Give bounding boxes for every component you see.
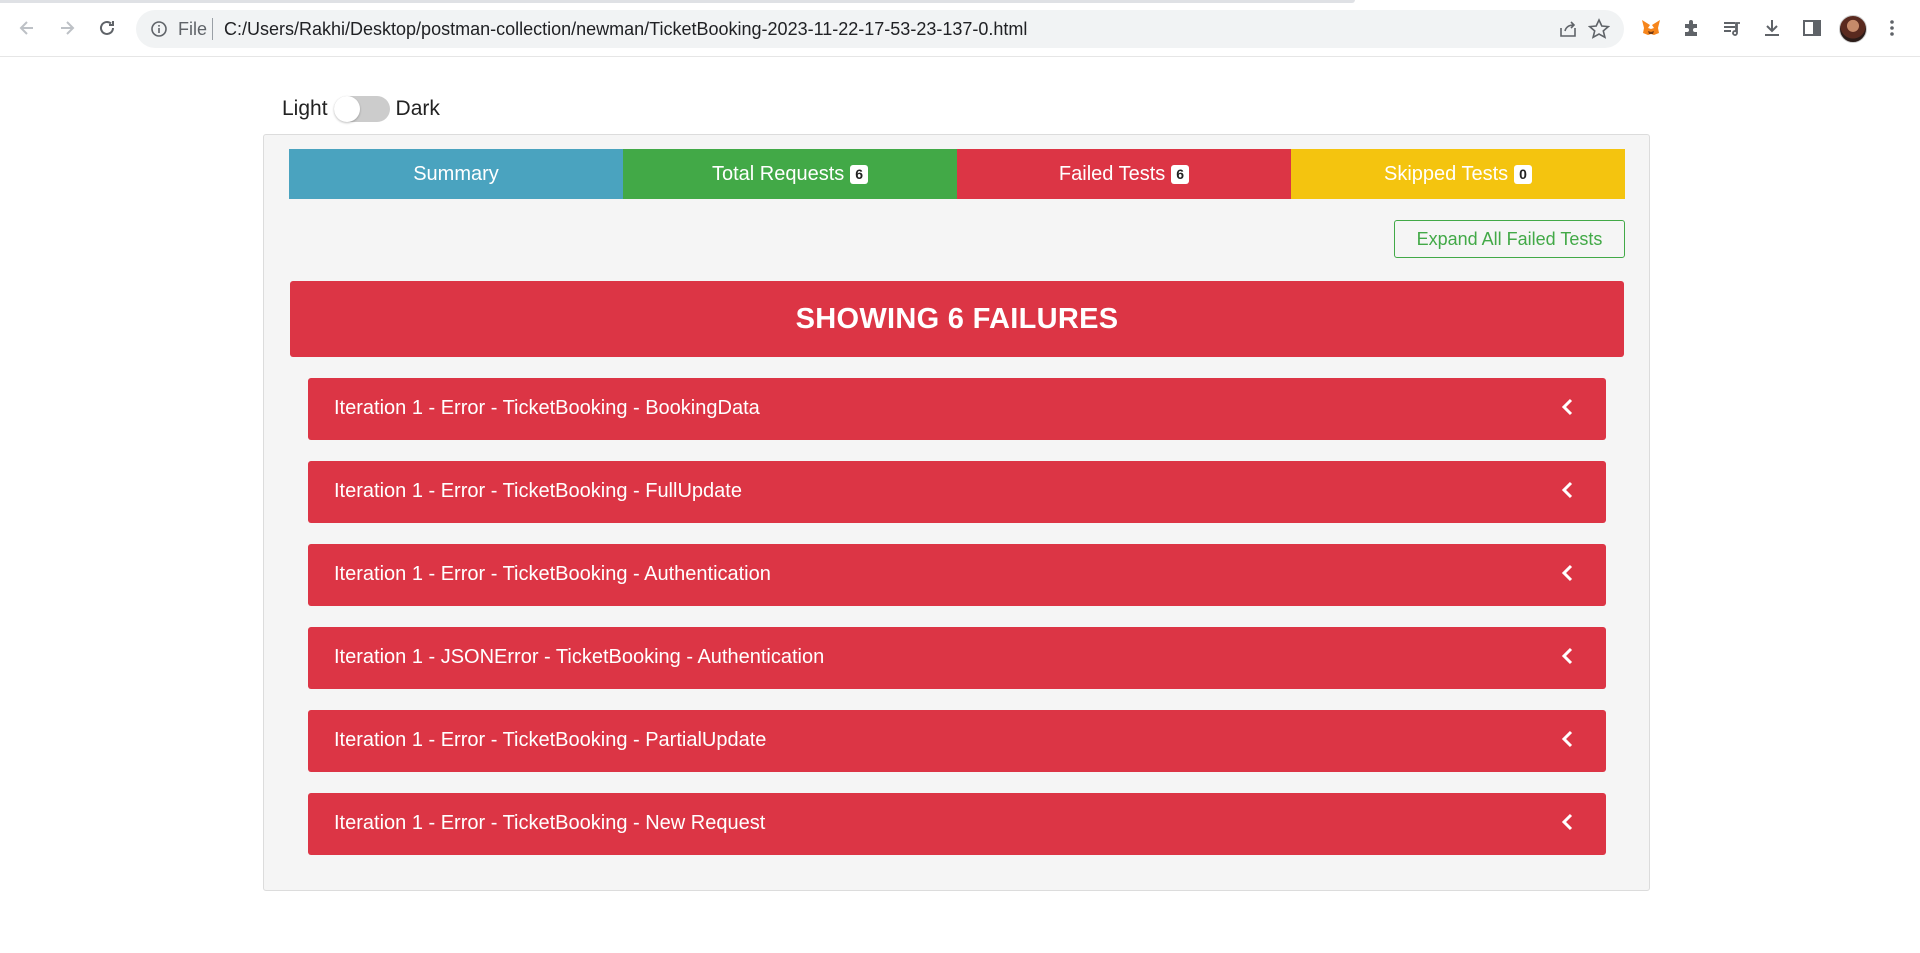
- file-scheme-label: File: [178, 19, 208, 39]
- chevron-left-icon: [1561, 813, 1573, 831]
- failure-item[interactable]: Iteration 1 - Error - TicketBooking - Fu…: [308, 461, 1606, 523]
- failures-banner: SHOWING 6 FAILURES: [290, 281, 1624, 357]
- tab-summary[interactable]: Summary: [289, 149, 623, 199]
- tab-skipped-tests[interactable]: Skipped Tests 0: [1291, 149, 1625, 199]
- dark-label: Dark: [395, 97, 440, 120]
- bookmark-star-icon[interactable]: [1588, 18, 1610, 40]
- info-icon[interactable]: [150, 20, 168, 38]
- failure-item[interactable]: Iteration 1 - Error - TicketBooking - Au…: [308, 544, 1606, 606]
- tab-failed-tests[interactable]: Failed Tests 6: [957, 149, 1291, 199]
- chevron-left-icon: [1561, 398, 1573, 416]
- profile-avatar[interactable]: [1839, 15, 1867, 43]
- chevron-left-icon: [1561, 481, 1573, 499]
- chevron-left-icon: [1561, 730, 1573, 748]
- chevron-left-icon: [1561, 647, 1573, 665]
- count-badge: 0: [1514, 164, 1532, 184]
- failure-item[interactable]: Iteration 1 - Error - TicketBooking - Bo…: [308, 378, 1606, 440]
- failure-label: Iteration 1 - Error - TicketBooking - Pa…: [334, 729, 767, 751]
- failure-label: Iteration 1 - JSONError - TicketBooking …: [334, 646, 825, 668]
- chevron-left-icon: [1561, 564, 1573, 582]
- reload-icon: [100, 20, 114, 35]
- count-badge: 6: [850, 164, 869, 184]
- failures-list: Iteration 1 - Error - TicketBooking - Bo…: [308, 378, 1606, 876]
- forward-button[interactable]: [52, 13, 82, 43]
- theme-toggle: Light Dark: [282, 94, 440, 124]
- failure-label: Iteration 1 - Error - TicketBooking - Fu…: [334, 480, 742, 502]
- tab-label: Total Requests: [711, 162, 845, 185]
- tab-label: Summary: [413, 162, 499, 185]
- back-button[interactable]: [12, 13, 42, 43]
- reload-button[interactable]: [92, 13, 122, 43]
- kebab-menu-icon[interactable]: [1880, 16, 1904, 40]
- share-icon[interactable]: [1558, 19, 1578, 39]
- expand-all-failed-button[interactable]: Expand All Failed Tests: [1394, 220, 1625, 258]
- failure-item[interactable]: Iteration 1 - JSONError - TicketBooking …: [308, 627, 1606, 689]
- address-separator: [212, 18, 213, 40]
- tab-strip-edge: [0, 0, 1355, 3]
- browser-toolbar: File C:/Users/Rakhi/Desktop/postman-coll…: [0, 0, 1920, 57]
- extensions-puzzle-icon[interactable]: [1680, 16, 1704, 40]
- failure-item[interactable]: Iteration 1 - Error - TicketBooking - Ne…: [308, 793, 1606, 855]
- download-icon[interactable]: [1760, 16, 1784, 40]
- reading-list-icon[interactable]: [1720, 16, 1744, 40]
- url-text[interactable]: C:/Users/Rakhi/Desktop/postman-collectio…: [224, 19, 1027, 40]
- tab-label: Skipped Tests: [1384, 162, 1509, 185]
- light-label: Light: [282, 97, 328, 120]
- theme-switch[interactable]: [333, 96, 390, 122]
- arrow-left-icon: [19, 21, 33, 35]
- report-tabs: Summary Total Requests 6 Failed Tests 6 …: [289, 149, 1625, 199]
- tab-label: Failed Tests: [1058, 162, 1166, 185]
- failure-label: Iteration 1 - Error - TicketBooking - Ne…: [334, 812, 766, 834]
- failure-item[interactable]: Iteration 1 - Error - TicketBooking - Pa…: [308, 710, 1606, 772]
- failure-label: Iteration 1 - Error - TicketBooking - Bo…: [334, 397, 760, 419]
- failure-label: Iteration 1 - Error - TicketBooking - Au…: [334, 563, 771, 585]
- side-panel-icon[interactable]: [1800, 16, 1824, 40]
- arrow-right-icon: [61, 21, 75, 35]
- theme-switch-knob: [333, 96, 360, 122]
- tab-total-requests[interactable]: Total Requests 6: [623, 149, 957, 199]
- count-badge: 6: [1171, 164, 1190, 184]
- metamask-extension-icon[interactable]: [1639, 16, 1663, 40]
- address-bar[interactable]: File C:/Users/Rakhi/Desktop/postman-coll…: [136, 10, 1624, 48]
